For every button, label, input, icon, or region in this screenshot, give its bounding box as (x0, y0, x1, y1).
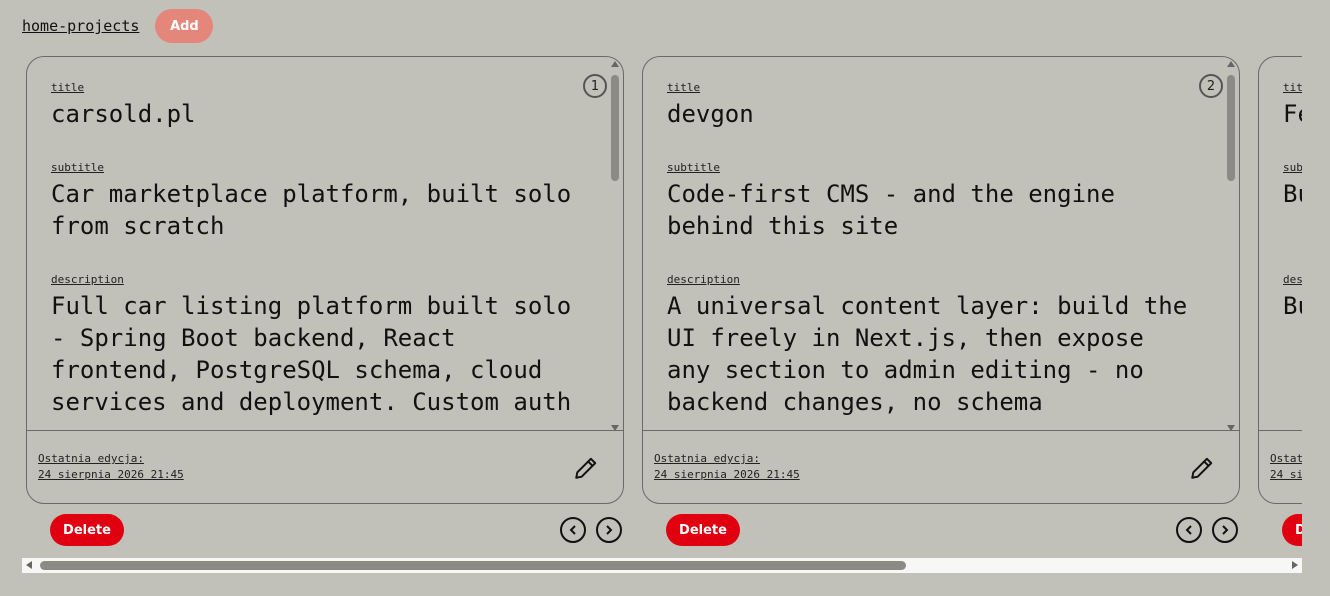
order-badge: 1 (583, 74, 607, 98)
last-edited-date: 24 si (1270, 468, 1302, 481)
pencil-icon[interactable] (573, 455, 599, 481)
description-field: description A universal content layer: b… (667, 273, 1197, 418)
last-edited-label: Ostatnia edycja: (1270, 452, 1302, 465)
chevron-right-icon[interactable] (596, 517, 622, 543)
last-edited-label: Ostatnia edycja: (654, 452, 760, 465)
project-card: 2 title devgon subtitle Code-first CMS -… (642, 56, 1240, 504)
subtitle-value: Bu da (1283, 180, 1302, 208)
subtitle-value: Car marketplace platform, built solo fro… (51, 180, 572, 240)
project-slot-3: 3 title Fe subtitle Bu da description Bu… (1254, 56, 1302, 556)
project-card: 3 title Fe subtitle Bu da description Bu… (1258, 56, 1302, 504)
card-scrollbar[interactable] (1225, 61, 1237, 431)
scrollbar-thumb[interactable] (40, 561, 906, 570)
title-label: title (1283, 81, 1302, 94)
description-label: description (667, 273, 740, 286)
card-footer: Ostatnia edycja: 24 sierpnia 2026 21:45 (27, 430, 623, 503)
title-field: title devgon (667, 81, 1197, 130)
title-field: title Fe (1283, 81, 1302, 130)
chevron-left-icon[interactable] (1176, 517, 1202, 543)
scroll-up-arrow[interactable] (1227, 61, 1235, 67)
subtitle-label: subtitle (1283, 161, 1302, 174)
horizontal-scrollbar[interactable] (22, 558, 1302, 573)
subtitle-field: subtitle Code-first CMS - and the engine… (667, 161, 1197, 242)
pencil-icon[interactable] (1189, 455, 1215, 481)
card-content[interactable]: 1 title carsold.pl subtitle Car marketpl… (27, 57, 623, 433)
title-value: devgon (667, 100, 754, 128)
description-label: description (51, 273, 124, 286)
project-slot-1: 1 title carsold.pl subtitle Car marketpl… (22, 56, 624, 556)
chevron-right-icon[interactable] (1212, 517, 1238, 543)
header: home-projects Add (22, 9, 214, 43)
title-value: carsold.pl (51, 100, 196, 128)
description-field: description Bu ca - pr (1283, 273, 1302, 322)
card-content[interactable]: 2 title devgon subtitle Code-first CMS -… (643, 57, 1239, 433)
scroll-right-arrow[interactable] (1292, 561, 1298, 569)
card-scrollbar-thumb[interactable] (611, 75, 619, 181)
breadcrumb[interactable]: home-projects (22, 17, 139, 35)
title-label: title (51, 81, 85, 94)
last-edited-date: 24 sierpnia 2026 21:45 (654, 468, 800, 481)
subtitle-field: subtitle Car marketplace platform, built… (51, 161, 581, 242)
description-value: A universal content layer: build the UI … (667, 292, 1188, 416)
card-scrollbar-thumb[interactable] (1227, 75, 1235, 181)
description-field: description Full car listing platform bu… (51, 273, 581, 418)
last-edited-label: Ostatnia edycja: (38, 452, 144, 465)
delete-button[interactable]: Delete (666, 514, 740, 546)
cards-carousel: 1 title carsold.pl subtitle Car marketpl… (22, 56, 1302, 556)
subtitle-label: subtitle (667, 161, 720, 174)
card-footer: Ostatnia edycja: 24 sierpnia 2026 21:45 (643, 430, 1239, 503)
card-scrollbar[interactable] (609, 61, 621, 431)
scroll-up-arrow[interactable] (611, 61, 619, 67)
card-footer: Ostatnia edycja: 24 si (1259, 430, 1302, 503)
delete-button[interactable]: Delete (50, 514, 124, 546)
order-badge: 2 (1199, 74, 1223, 98)
title-label: title (667, 81, 701, 94)
description-label: description (1283, 273, 1302, 286)
add-button[interactable]: Add (155, 9, 214, 43)
delete-button[interactable]: Delete (1282, 514, 1302, 546)
chevron-left-icon[interactable] (560, 517, 586, 543)
project-card: 1 title carsold.pl subtitle Car marketpl… (26, 56, 624, 504)
card-content[interactable]: 3 title Fe subtitle Bu da description Bu… (1259, 57, 1302, 433)
description-value: Bu ca - pr (1283, 292, 1302, 320)
subtitle-value: Code-first CMS - and the engine behind t… (667, 180, 1115, 240)
scroll-left-arrow[interactable] (26, 561, 32, 569)
title-value: Fe (1283, 100, 1302, 128)
project-slot-2: 2 title devgon subtitle Code-first CMS -… (638, 56, 1240, 556)
title-field: title carsold.pl (51, 81, 581, 130)
subtitle-field: subtitle Bu da (1283, 161, 1302, 210)
last-edited-date: 24 sierpnia 2026 21:45 (38, 468, 184, 481)
description-value: Full car listing platform built solo - S… (51, 292, 572, 416)
subtitle-label: subtitle (51, 161, 104, 174)
